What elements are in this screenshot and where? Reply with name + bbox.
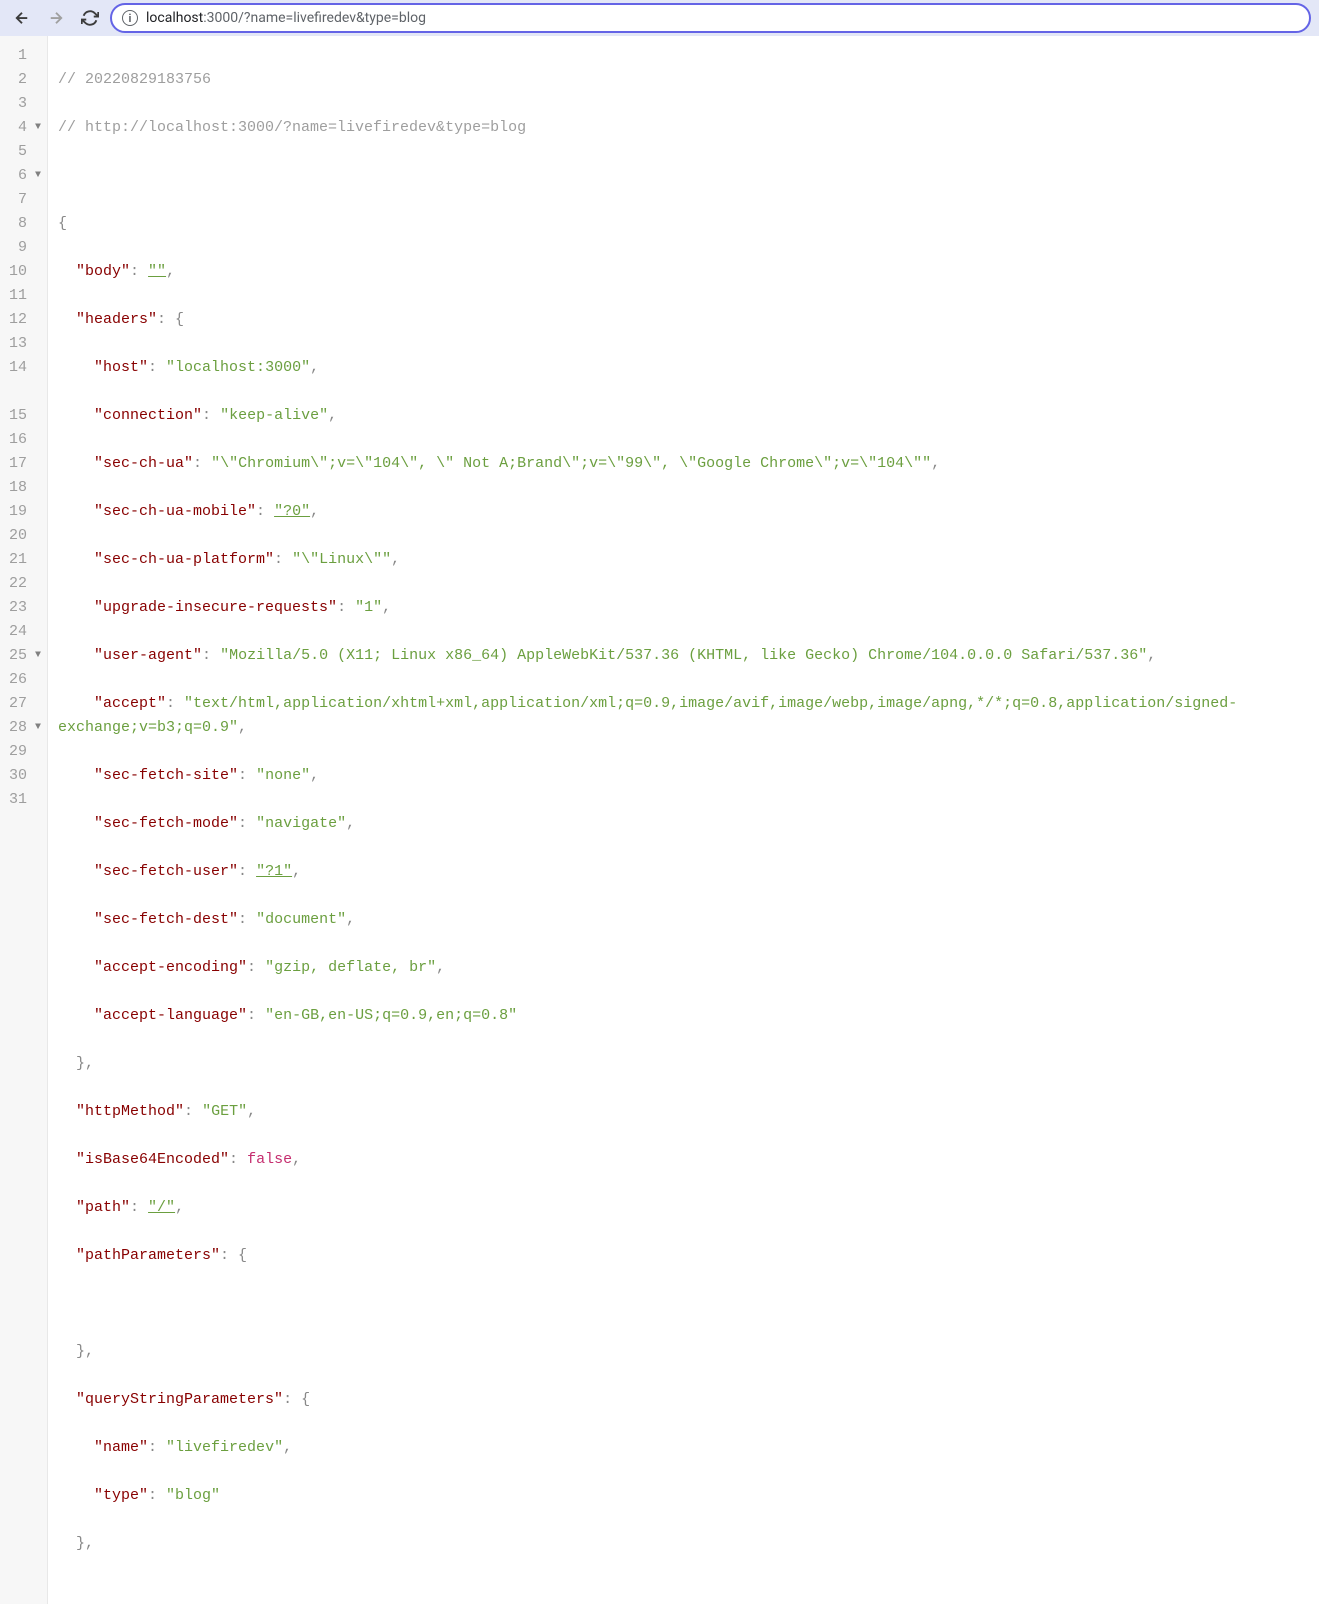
json-value: "livefiredev" <box>166 1439 283 1456</box>
json-value: "/" <box>148 1199 175 1216</box>
json-value: "localhost:3000" <box>166 359 310 376</box>
json-key: "body" <box>76 263 130 280</box>
line-number: 10 <box>0 260 47 284</box>
back-button[interactable] <box>8 4 36 32</box>
line-number: 5 <box>0 140 47 164</box>
browser-toolbar: i localhost:3000/?name=livefiredev&type=… <box>0 0 1319 36</box>
json-key: "pathParameters" <box>76 1247 220 1264</box>
json-key: "name" <box>94 1439 148 1456</box>
line-number: 13 <box>0 332 47 356</box>
json-key: "accept" <box>94 695 166 712</box>
json-key: "sec-fetch-dest" <box>94 911 238 928</box>
fold-toggle-icon[interactable]: ▼ <box>31 644 41 668</box>
json-key: "sec-fetch-mode" <box>94 815 238 832</box>
line-number: 28▼ <box>0 716 47 740</box>
json-key: "accept-encoding" <box>94 959 247 976</box>
reload-icon <box>81 9 99 27</box>
json-key: "host" <box>94 359 148 376</box>
json-key: "connection" <box>94 407 202 424</box>
json-value: "keep-alive" <box>220 407 328 424</box>
json-key: "sec-fetch-site" <box>94 767 238 784</box>
line-number: 11 <box>0 284 47 308</box>
line-number: 19 <box>0 500 47 524</box>
line-number: 3 <box>0 92 47 116</box>
json-value: "navigate" <box>256 815 346 832</box>
line-number: 14 <box>0 356 47 380</box>
json-value: "en-GB,en-US;q=0.9,en;q=0.8" <box>265 1007 517 1024</box>
line-number: 4▼ <box>0 116 47 140</box>
json-value: "?0" <box>274 503 310 520</box>
line-number: 6▼ <box>0 164 47 188</box>
reload-button[interactable] <box>76 4 104 32</box>
json-key: "sec-ch-ua-platform" <box>94 551 274 568</box>
comment-line: // 20220829183756 <box>58 71 211 88</box>
json-key: "queryStringParameters" <box>76 1391 283 1408</box>
json-key: "user-agent" <box>94 647 202 664</box>
json-key: "sec-ch-ua" <box>94 455 193 472</box>
json-value: "GET" <box>202 1103 247 1120</box>
line-number: 22 <box>0 572 47 596</box>
info-icon[interactable]: i <box>122 10 138 26</box>
json-value: "blog" <box>166 1487 220 1504</box>
fold-toggle-icon[interactable]: ▼ <box>31 716 41 740</box>
line-number: 15 <box>0 404 47 428</box>
url-bar[interactable]: i localhost:3000/?name=livefiredev&type=… <box>110 3 1311 33</box>
line-number: 2 <box>0 68 47 92</box>
line-number: 9 <box>0 236 47 260</box>
line-number: 24 <box>0 620 47 644</box>
json-value: "\"Linux\"" <box>292 551 391 568</box>
line-number: 1 <box>0 44 47 68</box>
json-key: "httpMethod" <box>76 1103 184 1120</box>
line-gutter: 1234▼56▼78910111213141516171819202122232… <box>0 36 48 1604</box>
line-number: 8 <box>0 212 47 236</box>
json-value: "none" <box>256 767 310 784</box>
json-value: "\"Chromium\";v=\"104\", \" Not A;Brand\… <box>211 455 931 472</box>
code-content[interactable]: // 20220829183756 // http://localhost:30… <box>48 36 1319 1604</box>
line-number: 16 <box>0 428 47 452</box>
line-number: 26 <box>0 668 47 692</box>
arrow-left-icon <box>13 9 31 27</box>
line-number: 18 <box>0 476 47 500</box>
brace-close: }, <box>76 1343 94 1360</box>
code-editor: 1234▼56▼78910111213141516171819202122232… <box>0 36 1319 1604</box>
line-number: 20 <box>0 524 47 548</box>
fold-toggle-icon[interactable]: ▼ <box>31 164 41 188</box>
brace-close: }, <box>76 1535 94 1552</box>
arrow-right-icon <box>47 9 65 27</box>
brace-close: }, <box>76 1055 94 1072</box>
line-number: 21 <box>0 548 47 572</box>
json-value: "1" <box>355 599 382 616</box>
comment-line: // http://localhost:3000/?name=livefired… <box>58 119 526 136</box>
line-number: 12 <box>0 308 47 332</box>
json-value: "Mozilla/5.0 (X11; Linux x86_64) AppleWe… <box>220 647 1147 664</box>
line-number: 23 <box>0 596 47 620</box>
json-key: "upgrade-insecure-requests" <box>94 599 337 616</box>
json-value: false <box>247 1151 292 1168</box>
json-key: "sec-ch-ua-mobile" <box>94 503 256 520</box>
line-number: 31 <box>0 788 47 812</box>
line-number: 17 <box>0 452 47 476</box>
json-key: "path" <box>76 1199 130 1216</box>
json-value: "gzip, deflate, br" <box>265 959 436 976</box>
json-key: "headers" <box>76 311 157 328</box>
forward-button[interactable] <box>42 4 70 32</box>
brace: { <box>58 215 67 232</box>
json-value: "?1" <box>256 863 292 880</box>
url-input[interactable]: localhost:3000/?name=livefiredev&type=bl… <box>146 10 1299 26</box>
json-value: "" <box>148 263 166 280</box>
line-number: 25▼ <box>0 644 47 668</box>
line-number: 29 <box>0 740 47 764</box>
fold-toggle-icon[interactable]: ▼ <box>31 116 41 140</box>
json-value: "text/html,application/xhtml+xml,applica… <box>58 695 1237 736</box>
line-number: 30 <box>0 764 47 788</box>
json-key: "accept-language" <box>94 1007 247 1024</box>
json-key: "sec-fetch-user" <box>94 863 238 880</box>
json-value: "document" <box>256 911 346 928</box>
line-number: 7 <box>0 188 47 212</box>
json-key: "type" <box>94 1487 148 1504</box>
line-number: 27 <box>0 692 47 716</box>
json-key: "isBase64Encoded" <box>76 1151 229 1168</box>
